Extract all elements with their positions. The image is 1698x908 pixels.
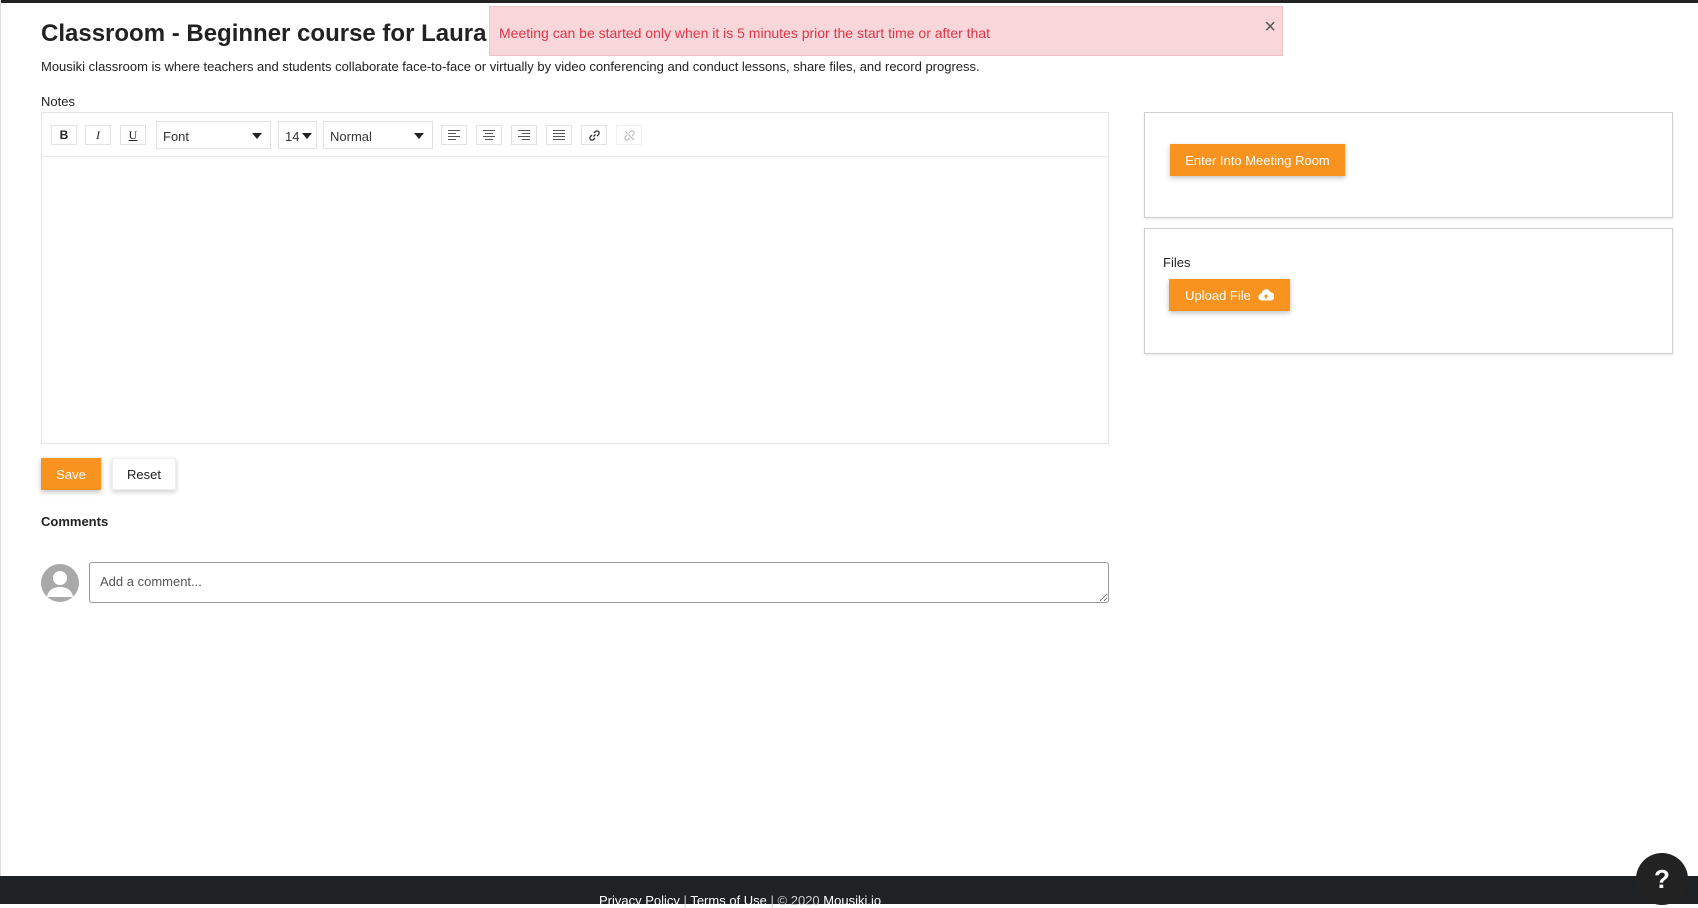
close-icon[interactable]: × bbox=[1264, 17, 1276, 37]
meeting-time-alert: Meeting can be started only when it is 5… bbox=[489, 6, 1283, 56]
help-icon[interactable]: ? bbox=[1636, 853, 1688, 905]
user-avatar-icon bbox=[41, 564, 79, 602]
footer-separator: | bbox=[683, 893, 687, 908]
chevron-down-icon bbox=[252, 133, 262, 139]
cloud-upload-icon bbox=[1258, 289, 1274, 301]
alert-message: Meeting can be started only when it is 5… bbox=[499, 25, 991, 41]
chevron-down-icon bbox=[302, 133, 312, 139]
footer-separator: | bbox=[770, 893, 774, 908]
files-panel: Files Upload File bbox=[1144, 228, 1673, 354]
page-description: Mousiki classroom is where teachers and … bbox=[41, 59, 980, 74]
notes-editor: B I U Font 14 Normal bbox=[41, 112, 1109, 444]
save-button[interactable]: Save bbox=[41, 458, 101, 490]
notes-editor-body[interactable] bbox=[42, 157, 1108, 443]
align-center-icon[interactable] bbox=[476, 125, 502, 145]
meeting-panel: Enter Into Meeting Room bbox=[1144, 112, 1673, 218]
font-select-value: Font bbox=[163, 129, 190, 144]
enter-meeting-room-button[interactable]: Enter Into Meeting Room bbox=[1170, 144, 1345, 176]
format-select[interactable]: Normal bbox=[323, 121, 433, 149]
terms-of-use-link[interactable]: Terms of Use bbox=[690, 893, 767, 908]
underline-icon[interactable]: U bbox=[120, 125, 146, 145]
align-left-icon[interactable] bbox=[441, 125, 467, 145]
page-title: Classroom - Beginner course for Laura Ja… bbox=[41, 20, 535, 47]
font-size-select[interactable]: 14 bbox=[278, 121, 317, 149]
upload-file-label: Upload File bbox=[1185, 287, 1251, 303]
align-right-icon[interactable] bbox=[511, 125, 537, 145]
unlink-icon[interactable] bbox=[616, 125, 642, 145]
font-select[interactable]: Font bbox=[156, 121, 271, 149]
privacy-policy-link[interactable]: Privacy Policy bbox=[599, 893, 680, 908]
editor-toolbar: B I U Font 14 Normal bbox=[42, 113, 1108, 157]
comment-input[interactable] bbox=[89, 562, 1109, 603]
bold-icon[interactable]: B bbox=[51, 125, 77, 145]
format-select-value: Normal bbox=[330, 129, 372, 144]
reset-button[interactable]: Reset bbox=[112, 458, 176, 490]
link-icon[interactable] bbox=[581, 125, 607, 145]
copyright-text: © 2020 bbox=[777, 893, 820, 908]
footer: Privacy Policy | Terms of Use | © 2020 M… bbox=[0, 876, 1698, 908]
italic-icon[interactable]: I bbox=[85, 125, 111, 145]
comments-heading: Comments bbox=[41, 514, 109, 529]
chevron-down-icon bbox=[414, 133, 424, 139]
left-border bbox=[0, 0, 1, 904]
font-size-value: 14 bbox=[285, 129, 300, 144]
justify-icon[interactable] bbox=[546, 125, 572, 145]
brand-link[interactable]: Mousiki.io bbox=[823, 893, 881, 908]
files-label: Files bbox=[1163, 255, 1191, 270]
footer-links: Privacy Policy | Terms of Use | © 2020 M… bbox=[599, 893, 881, 908]
upload-file-button[interactable]: Upload File bbox=[1169, 279, 1290, 311]
top-border bbox=[0, 0, 1698, 3]
notes-label: Notes bbox=[41, 94, 75, 109]
